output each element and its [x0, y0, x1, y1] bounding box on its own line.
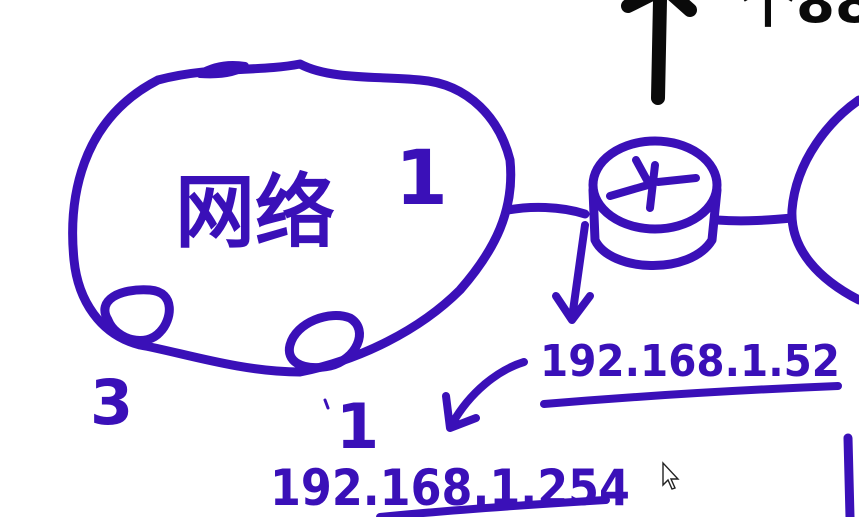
cloud-node-left: [100, 285, 174, 345]
link-router-next: [712, 213, 797, 226]
gateway-port-label: 1: [336, 390, 379, 463]
network-label-cn: 网络: [175, 166, 335, 259]
router-arrows: [606, 156, 700, 212]
top-annotation: 个88: [621, 0, 859, 105]
cursor-shape: [662, 461, 680, 490]
router-down-arrow: [552, 221, 594, 324]
cloud-node-right: [284, 311, 364, 372]
link-network-router: [503, 202, 590, 219]
network-cloud: 网络 1 3: [68, 59, 516, 439]
wan-ip-underline: [540, 382, 842, 408]
host-label: 3: [90, 366, 133, 439]
network-label-number: 1: [395, 133, 448, 222]
router-icon: [588, 136, 722, 270]
next-network-cloud: [787, 95, 859, 305]
top-annotation-text: 个88: [740, 0, 859, 36]
whiteboard-canvas: 个88 网络 1 3 192.168.1.52 1 192.168.1.254: [68, 0, 859, 517]
gateway-arrow: [442, 358, 528, 432]
wan-ip-text: 192.168.1.52: [540, 336, 840, 387]
top-annotation-stroke: [621, 0, 697, 105]
right-edge-stroke: [843, 433, 855, 517]
gateway-port-tick: [323, 398, 330, 410]
wan-ip-annotation: 192.168.1.52: [540, 336, 842, 408]
mouse-pointer-icon: [662, 461, 680, 490]
gateway-ip-annotation: 192.168.1.254: [270, 459, 630, 517]
cloud-top-bump: [196, 61, 249, 79]
